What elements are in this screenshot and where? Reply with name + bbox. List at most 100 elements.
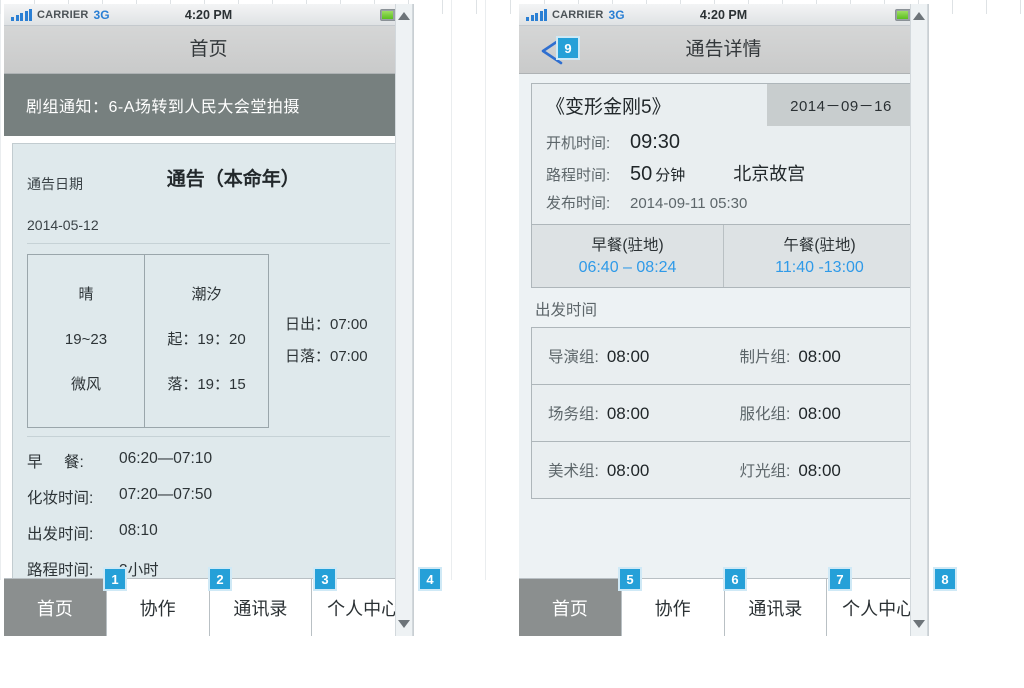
badge-number: 9: [564, 40, 572, 56]
detail-row-travel-time: 路程时间: 50 分钟 北京故宫: [532, 157, 915, 189]
group-label: 场务组:: [548, 406, 599, 423]
status-bar: CARRIER 3G 4:20 PM: [4, 4, 413, 26]
badge-number: 7: [836, 571, 844, 587]
group-label: 美术组:: [548, 463, 599, 480]
notice-card-title: 通告（本命年）: [166, 169, 300, 190]
movie-title: 《变形金刚5》: [546, 96, 671, 118]
schedule-row: 早 餐: 06:20—07:10: [27, 443, 390, 479]
annotation-badge-1: 1: [103, 567, 127, 591]
sunset-text: 日落：07:00: [285, 347, 368, 365]
tab-label: 通讯录: [233, 598, 288, 619]
sunrise-text: 日出：07:00: [285, 316, 368, 334]
screenshot-canvas: CARRIER 3G 4:20 PM 首页 剧组通知：6-A场转到人民大会堂拍摄…: [0, 0, 1024, 688]
annotation-badge-2: 2: [208, 567, 232, 591]
tab-home[interactable]: 首页: [519, 579, 622, 636]
tide-rise: 起：19：20: [167, 330, 246, 348]
annotation-badge-5: 5: [618, 567, 642, 591]
grid-line: [485, 0, 486, 580]
nav-bar-detail: 通告详情: [519, 26, 928, 74]
badge-number: 1: [111, 571, 119, 587]
annotation-badge-7: 7: [828, 567, 852, 591]
meal-time: 06:40 – 08:24: [578, 259, 677, 276]
annotation-badge-6: 6: [723, 567, 747, 591]
annotation-badge-8: 8: [933, 567, 957, 591]
weather-temperature: 19~23: [64, 330, 108, 348]
detail-row-publish-time: 发布时间: 2014-09-11 05:30: [532, 189, 915, 216]
schedule-value: 07:20—07:50: [119, 485, 213, 503]
group-label: 制片组:: [739, 349, 791, 366]
schedule-label: 出发时间:: [27, 525, 94, 543]
meal-times: 早餐(驻地) 06:40 – 08:24 午餐(驻地) 11:40 -13:00: [532, 224, 915, 287]
meal-lunch: 午餐(驻地) 11:40 -13:00: [723, 225, 915, 287]
group-time: 08:00: [798, 347, 841, 366]
tab-label: 个人中心: [327, 598, 400, 619]
scrollbar-left[interactable]: [395, 4, 413, 636]
departure-table: 导演组: 08:00 制片组: 08:00 场务组: 08:00 服化组: 08…: [531, 327, 916, 499]
tide-title: 潮汐: [191, 285, 222, 303]
notice-date-value: 2014-05-12: [27, 216, 99, 233]
scroll-down-icon[interactable]: [398, 620, 410, 628]
badge-number: 4: [426, 571, 434, 587]
annotation-badge-3: 3: [313, 567, 337, 591]
tab-label: 个人中心: [842, 598, 915, 619]
tab-home[interactable]: 首页: [4, 579, 107, 636]
notice-card[interactable]: 通告日期 2014-05-12 通告（本命年） 晴 19~23 微风 潮汐 起：…: [12, 143, 405, 631]
tab-label: 协作: [139, 598, 176, 619]
grid-line: [451, 0, 452, 580]
group-time: 08:00: [798, 461, 841, 480]
detail-card[interactable]: 《变形金刚5》 2014－09－16 开机时间: 09:30 路程时间: 50 …: [531, 83, 916, 288]
screen-detail: CARRIER 3G 4:20 PM 通告详情 《变形金刚5》 2014－09－…: [519, 4, 929, 636]
table-row[interactable]: 导演组: 08:00 制片组: 08:00: [532, 328, 915, 384]
departure-cell: 场务组: 08:00: [532, 402, 724, 424]
status-bar-clock: 4:20 PM: [699, 8, 748, 22]
detail-row-label: 开机时间:: [546, 135, 611, 152]
notice-date-block: 通告日期 2014-05-12: [27, 154, 99, 235]
tide-cell: 潮汐 起：19：20 落：19：15: [144, 255, 268, 427]
scroll-up-icon[interactable]: [398, 12, 410, 20]
detail-row-value: 50: [630, 163, 653, 185]
status-bar: CARRIER 3G 4:20 PM: [519, 4, 928, 26]
departure-cell: 导演组: 08:00: [532, 345, 724, 367]
grid-line: [0, 0, 1, 580]
meal-label: 午餐(驻地): [783, 237, 856, 254]
tab-label: 首页: [551, 598, 588, 619]
meal-time: 11:40 -13:00: [775, 259, 864, 276]
phone-mockup-detail: CARRIER 3G 4:20 PM 通告详情 《变形金刚5》 2014－09－…: [519, 4, 957, 636]
schedule-value: 06:20—07:10: [119, 449, 213, 467]
badge-number: 2: [216, 571, 224, 587]
detail-card-header: 《变形金刚5》 2014－09－16: [532, 84, 915, 126]
schedule-row: 化妆时间: 07:20—07:50: [27, 479, 390, 515]
annotation-badge-4: 4: [418, 567, 442, 591]
schedule-row: 出发时间: 08:10: [27, 515, 390, 551]
weather-tide-row: 晴 19~23 微风 潮汐 起：19：20 落：19：15 日出：07:00 日…: [27, 244, 390, 436]
schedule-label: 早 餐:: [27, 453, 84, 471]
status-bar-clock: 4:20 PM: [184, 8, 233, 22]
notice-banner[interactable]: 剧组通知：6-A场转到人民大会堂拍摄: [4, 74, 413, 136]
shoot-date-badge: 2014－09－16: [767, 84, 915, 126]
departure-cell: 服化组: 08:00: [724, 402, 916, 424]
table-row[interactable]: 美术组: 08:00 灯光组: 08:00: [532, 441, 915, 498]
schedule-label: 化妆时间:: [27, 489, 94, 507]
phone-mockup-home: CARRIER 3G 4:20 PM 首页 剧组通知：6-A场转到人民大会堂拍摄…: [4, 4, 442, 636]
detail-row-value: 2014-09-11 05:30: [630, 195, 748, 212]
page-title: 首页: [189, 39, 228, 60]
badge-number: 8: [941, 571, 949, 587]
schedule-value: 08:10: [119, 521, 158, 539]
scroll-up-icon[interactable]: [913, 12, 925, 20]
detail-row-label: 路程时间:: [546, 167, 611, 184]
detail-content: 《变形金刚5》 2014－09－16 开机时间: 09:30 路程时间: 50 …: [519, 74, 928, 579]
detail-row-value: 09:30: [630, 131, 681, 153]
detail-row-unit: 分钟: [655, 167, 686, 184]
badge-number: 6: [731, 571, 739, 587]
weather-wind: 微风: [70, 375, 101, 393]
weather-tide-box: 晴 19~23 微风 潮汐 起：19：20 落：19：15: [27, 254, 269, 428]
home-content: 通告日期 2014-05-12 通告（本命年） 晴 19~23 微风 潮汐 起：…: [4, 136, 413, 631]
scrollbar-right[interactable]: [910, 4, 928, 636]
tab-label: 首页: [36, 598, 73, 619]
scroll-down-icon[interactable]: [913, 620, 925, 628]
sun-times: 日出：07:00 日落：07:00: [269, 309, 390, 372]
departure-cell: 美术组: 08:00: [532, 459, 724, 481]
group-time: 08:00: [798, 404, 841, 423]
meal-breakfast: 早餐(驻地) 06:40 – 08:24: [532, 225, 723, 287]
table-row[interactable]: 场务组: 08:00 服化组: 08:00: [532, 384, 915, 441]
